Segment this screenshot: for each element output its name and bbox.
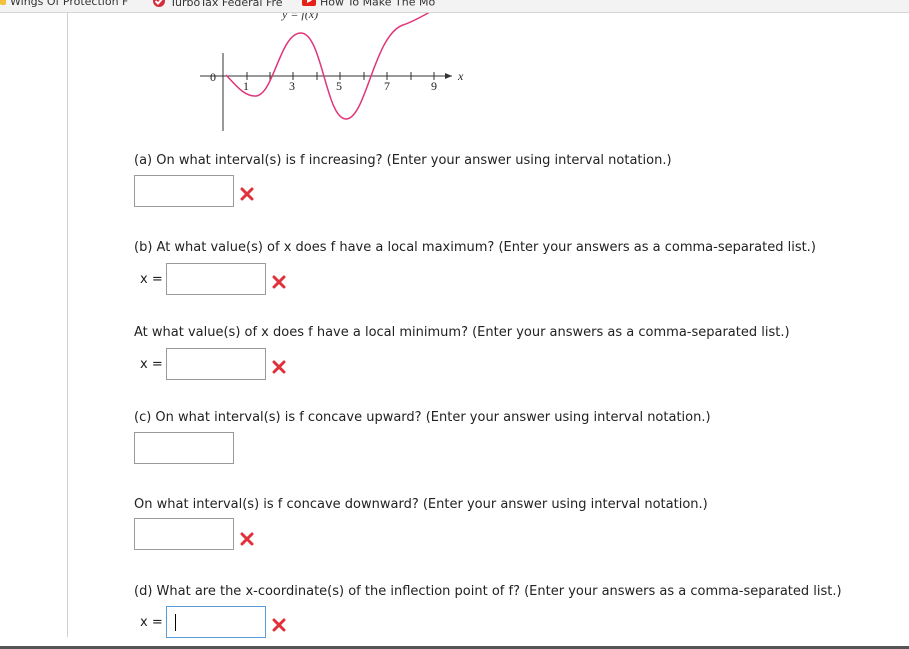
x-tick-label: 9 (431, 79, 437, 93)
incorrect-x-icon (272, 275, 286, 289)
incorrect-x-icon (240, 532, 254, 546)
function-graph: y = f(x) 0 1 3 5 7 9 x (200, 13, 464, 131)
question-a-text: (a) On what interval(s) is f increasing?… (134, 153, 672, 168)
answer-a-input[interactable] (134, 175, 234, 207)
incorrect-x-icon (240, 187, 254, 201)
incorrect-x-icon (272, 618, 286, 632)
check-icon (152, 0, 166, 11)
x-equals-label: x = (140, 615, 163, 630)
question-c-up-text: (c) On what interval(s) is f concave upw… (134, 410, 711, 425)
x-tick-label: 1 (243, 79, 249, 93)
bookmark-turbotax[interactable]: TurboTax Federal Fre (152, 0, 283, 11)
question-b-max-text: (b) At what value(s) of x does f have a … (134, 240, 816, 255)
bookmarks-bar: Wings Of Protection F TurboTax Federal F… (0, 0, 909, 13)
graph-title-fragment: y = f(x) (281, 13, 318, 21)
x-axis-arrow (445, 73, 452, 79)
bookmark-label: TurboTax Federal Fre (170, 0, 283, 9)
function-curve (225, 13, 430, 120)
answer-c-down-input[interactable] (134, 518, 234, 550)
origin-label: 0 (210, 70, 216, 84)
text-caret (175, 614, 176, 631)
answer-d-input[interactable] (166, 606, 266, 638)
youtube-icon (302, 0, 316, 10)
answer-b-max-input[interactable] (166, 263, 266, 295)
x-tick-label: 3 (289, 79, 295, 93)
x-tick-label: 5 (336, 79, 342, 93)
bookmark-label: Wings Of Protection F (10, 0, 129, 8)
answer-b-min-input[interactable] (166, 348, 266, 380)
answer-c-up-input[interactable] (134, 432, 234, 464)
question-b-min-text: At what value(s) of x does f have a loca… (134, 325, 790, 340)
x-axis-label: x (457, 69, 464, 83)
bookmark-wings-of-protection[interactable]: Wings Of Protection F (0, 0, 128, 9)
content-left-border (67, 12, 68, 637)
x-equals-label: x = (140, 357, 163, 372)
bookmark-how-to-make[interactable]: How To Make The Mo (302, 0, 435, 10)
incorrect-x-icon (272, 360, 286, 374)
x-equals-label: x = (140, 272, 163, 287)
question-d-text: (d) What are the x-coordinate(s) of the … (134, 584, 842, 599)
bookmark-label: How To Make The Mo (320, 0, 436, 9)
x-tick-label: 7 (384, 79, 390, 93)
bookmark-icon (0, 0, 6, 9)
question-c-down-text: On what interval(s) is f concave downwar… (134, 497, 708, 512)
